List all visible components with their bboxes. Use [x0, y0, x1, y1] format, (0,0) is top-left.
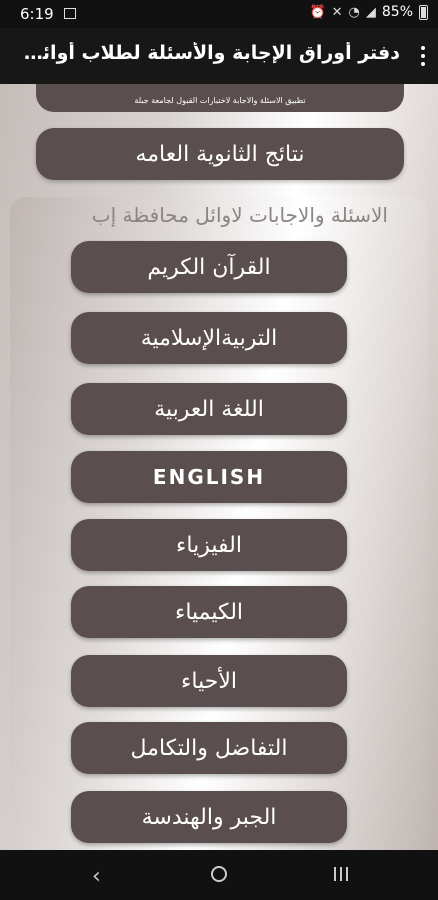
results-button[interactable]: نتائج الثانوية العامه — [36, 128, 404, 180]
panel-title: الاسئلة والاجابات لاوائل محافظة إب — [91, 203, 388, 227]
subject-button-english[interactable]: ENGLISH — [71, 451, 347, 503]
subject-button-quran[interactable]: القرآن الكريم — [71, 241, 347, 293]
app-title: دفتر أوراق الإجابة والأسئلة لطلاب أوائل … — [10, 42, 400, 64]
subject-button-chemistry[interactable]: الكيمياء — [71, 586, 347, 638]
wifi-icon: ◔ — [348, 4, 360, 20]
status-time: 6:19 — [20, 5, 54, 23]
main-content[interactable]: تطبيق الاسئلة والاجابة لاختبارات القبول … — [0, 84, 438, 850]
status-bar: 6:19 ⏰ ✕ ◔ ◢ 85% — [0, 0, 438, 28]
subject-button-islamic-education[interactable]: التربيةالإسلامية — [71, 312, 347, 364]
admission-questions-button[interactable]: تطبيق الاسئلة والاجابة لاختبارات القبول … — [36, 84, 404, 112]
battery-percent: 85% — [381, 4, 413, 20]
navigation-bar: ‹ — [0, 850, 438, 900]
gallery-notification-icon — [64, 8, 76, 19]
recent-apps-icon[interactable] — [334, 867, 348, 881]
subject-button-algebra-geometry[interactable]: الجبر والهندسة — [71, 791, 347, 843]
subject-button-arabic[interactable]: اللغة العربية — [71, 383, 347, 435]
alarm-icon: ⏰ — [309, 4, 326, 20]
battery-icon — [419, 4, 428, 20]
home-icon[interactable] — [211, 866, 227, 882]
status-icons: ⏰ ✕ ◔ ◢ 85% — [309, 4, 428, 20]
subject-button-calculus[interactable]: التفاضل والتكامل — [71, 722, 347, 774]
subject-button-physics[interactable]: الفيزياء — [71, 519, 347, 571]
back-icon[interactable]: ‹ — [92, 864, 101, 889]
signal-icon: ◢ — [365, 4, 376, 20]
app-bar: دفتر أوراق الإجابة والأسئلة لطلاب أوائل … — [0, 28, 438, 84]
mute-icon: ✕ — [331, 4, 343, 20]
overflow-menu-icon[interactable] — [420, 46, 426, 66]
subject-button-biology[interactable]: الأحياء — [71, 655, 347, 707]
